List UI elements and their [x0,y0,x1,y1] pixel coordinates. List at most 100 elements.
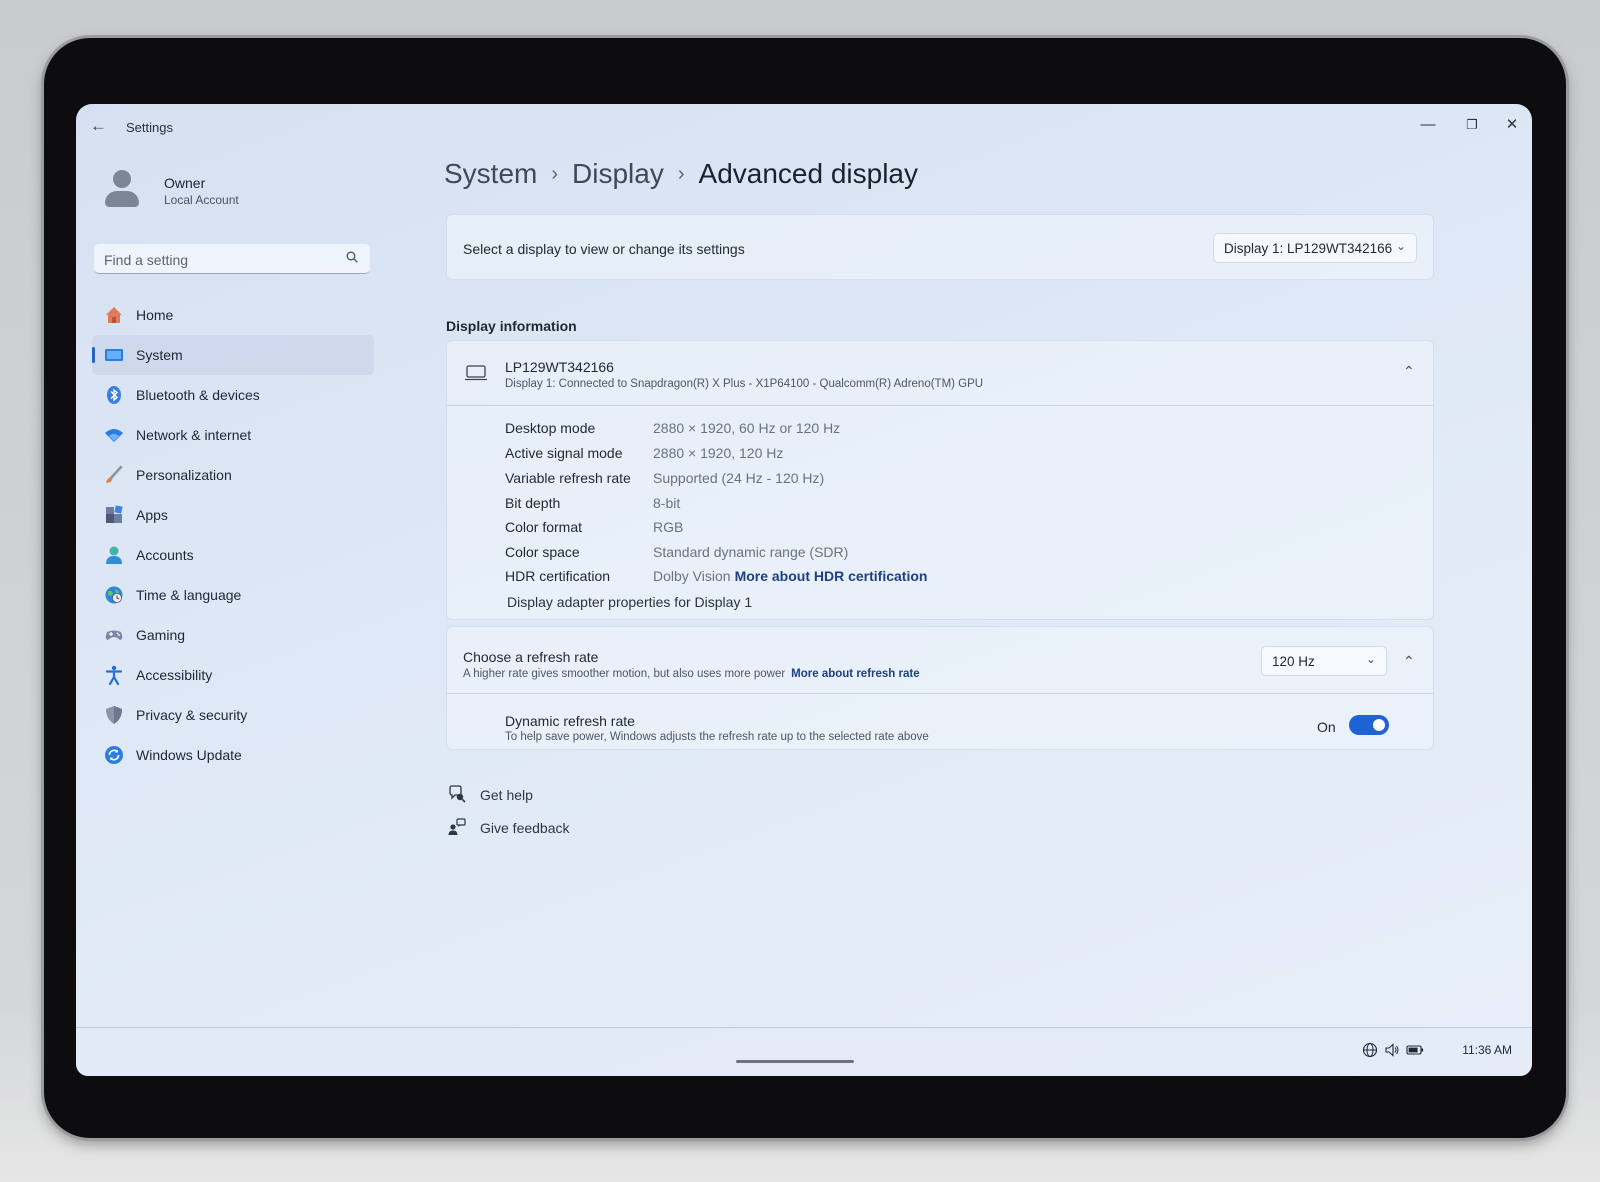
refresh-rate-value: 120 Hz [1272,654,1315,669]
sidebar-item-personalization[interactable]: Personalization [92,455,374,495]
system-icon [105,349,123,361]
info-label: Color space [505,544,580,560]
help-icon [449,785,466,803]
info-label: HDR certification [505,568,611,584]
display-name: LP129WT342166 [505,359,614,375]
get-help-label: Get help [480,787,533,803]
profile-account-type: Local Account [164,193,239,207]
accessibility-icon [105,665,123,685]
clock[interactable]: 11:36 AM [1462,1043,1512,1057]
update-icon [105,746,123,764]
dynamic-refresh-rate-toggle[interactable] [1349,715,1389,735]
wifi-icon [105,429,123,442]
sidebar-item-label: System [136,347,183,363]
info-value: RGB [653,519,684,535]
shield-icon [106,706,122,724]
app-title: Settings [126,120,173,135]
avatar [104,170,140,210]
sidebar-item-network[interactable]: Network & internet [92,415,374,455]
sidebar-item-windows-update[interactable]: Windows Update [92,735,374,775]
sidebar-item-bluetooth[interactable]: Bluetooth & devices [92,375,374,415]
info-label: Active signal mode [505,445,623,461]
sidebar-item-label: Apps [136,507,168,523]
home-indicator[interactable] [736,1060,854,1063]
sidebar-item-label: Privacy & security [136,707,248,723]
sidebar-item-label: Windows Update [136,747,242,763]
network-globe-icon[interactable] [1362,1042,1378,1058]
title-bar: ← Settings — ❐ ✕ [76,104,1532,148]
sidebar-item-system[interactable]: System [92,335,374,375]
minimize-button[interactable]: — [1412,112,1444,138]
divider [447,693,1433,694]
sidebar-item-time-language[interactable]: Time & language [92,575,374,615]
sidebar-item-label: Accessibility [136,667,213,683]
info-label: Desktop mode [505,420,596,436]
globe-clock-icon [105,586,123,604]
refresh-rate-dropdown[interactable]: 120 Hz ⌄ [1261,646,1387,676]
display-dropdown-value: Display 1: LP129WT342166 [1224,241,1393,256]
sidebar-item-label: Time & language [136,587,242,603]
info-label: Color format [505,519,583,535]
sidebar-item-privacy[interactable]: Privacy & security [92,695,374,735]
hdr-value: Dolby Vision [653,568,731,584]
volume-icon[interactable] [1384,1042,1400,1058]
search-icon[interactable] [346,251,358,263]
display-select-label: Select a display to view or change its s… [463,241,745,257]
display-adapter-properties-link[interactable]: Display adapter properties for Display 1 [507,594,752,610]
sidebar-nav: Home System Bluetooth & devices Network … [92,295,374,775]
info-value: Dolby Vision More about HDR certification [653,568,927,584]
restore-button[interactable]: ❐ [1456,112,1488,138]
display-description: Display 1: Connected to Snapdragon(R) X … [505,378,984,390]
apps-icon [106,505,123,523]
info-label: Variable refresh rate [505,470,631,486]
battery-icon[interactable] [1406,1042,1424,1058]
sidebar-item-label: Gaming [136,627,186,643]
close-button[interactable]: ✕ [1496,112,1528,138]
sidebar-item-accessibility[interactable]: Accessibility [92,655,374,695]
settings-window: ← Settings — ❐ ✕ Owner Local Account Hom… [76,104,1532,1076]
sidebar-item-label: Bluetooth & devices [136,387,260,403]
taskbar: 11:36 AM [76,1027,1532,1076]
monitor-icon [465,365,487,381]
refresh-rate-more-link[interactable]: More about refresh rate [791,668,919,680]
refresh-rate-description-text: A higher rate gives smoother motion, but… [463,668,786,680]
sidebar-item-apps[interactable]: Apps [92,495,374,535]
toggle-knob [1373,719,1385,731]
breadcrumb-display[interactable]: Display [572,158,664,189]
back-arrow-icon[interactable]: ← [90,116,107,136]
page-title: Advanced display [698,158,918,189]
sidebar-item-label: Home [136,307,174,323]
give-feedback-label: Give feedback [480,820,570,836]
search-box [94,244,370,276]
dynamic-refresh-rate-title: Dynamic refresh rate [505,713,635,729]
search-input[interactable] [94,244,346,276]
feedback-icon [448,818,466,835]
refresh-rate-card: Choose a refresh rate A higher rate give… [446,626,1434,750]
gamepad-icon [105,630,123,640]
sidebar-item-label: Network & internet [136,427,252,443]
bluetooth-icon [107,386,121,404]
section-title: Display information [446,318,577,334]
sidebar-item-gaming[interactable]: Gaming [92,615,374,655]
refresh-rate-description: A higher rate gives smoother motion, but… [463,668,920,680]
chevron-up-icon[interactable]: ⌃ [1403,363,1415,380]
accounts-icon [106,546,122,564]
system-tray: 11:36 AM [1362,1042,1512,1060]
sidebar-item-home[interactable]: Home [92,295,374,335]
info-value: 2880 × 1920, 60 Hz or 120 Hz [653,420,841,436]
info-value: Standard dynamic range (SDR) [653,544,849,560]
info-value: Supported (24 Hz - 120 Hz) [653,470,825,486]
sidebar-item-label: Personalization [136,467,232,483]
info-value: 8-bit [653,495,681,511]
display-dropdown[interactable]: Display 1: LP129WT342166 ⌄ [1213,233,1417,263]
chevron-up-icon[interactable]: ⌃ [1403,653,1415,670]
sidebar-item-accounts[interactable]: Accounts [92,535,374,575]
chevron-right-icon: › [677,163,685,185]
chevron-down-icon: ⌄ [1365,652,1376,666]
display-info-card: LP129WT342166 Display 1: Connected to Sn… [446,340,1434,620]
breadcrumb-system[interactable]: System [444,158,537,189]
profile-name: Owner [164,175,206,191]
hdr-more-link[interactable]: More about HDR certification [735,568,928,584]
toggle-state-label: On [1317,719,1336,735]
dynamic-refresh-rate-description: To help save power, Windows adjusts the … [505,731,929,743]
